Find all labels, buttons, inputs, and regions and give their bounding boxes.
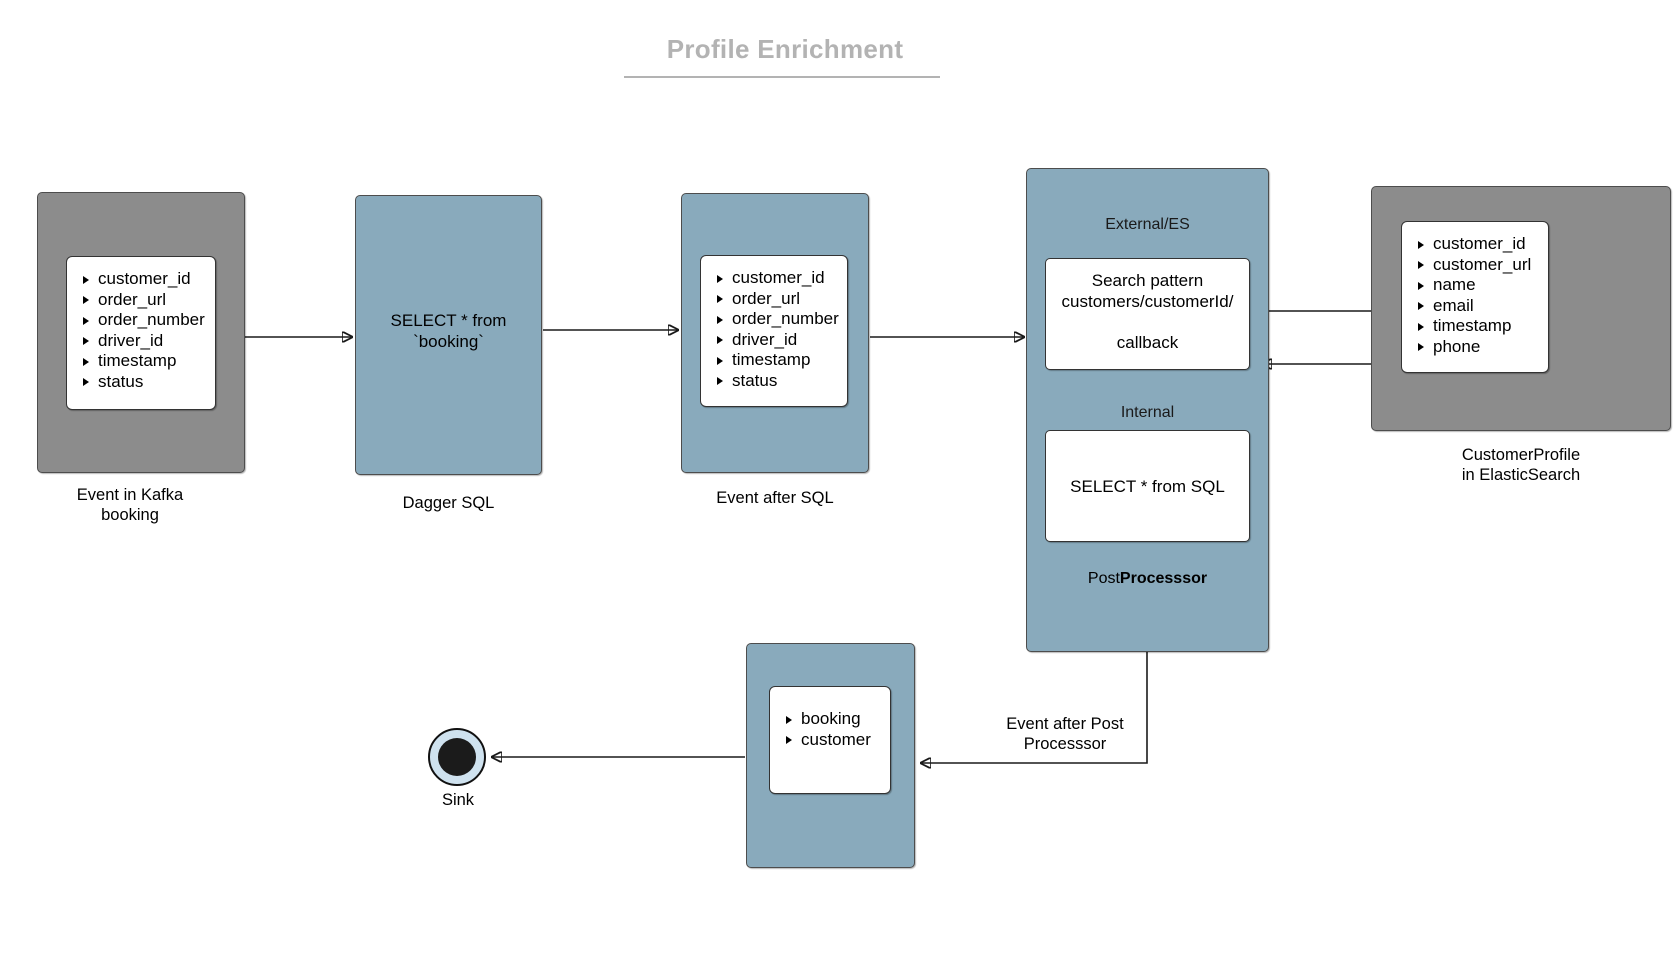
dagger-sql-text: SELECT * from `booking` <box>355 310 542 352</box>
diagram-canvas: Profile Enrichment customer_id order_url… <box>0 0 1680 970</box>
list-item: timestamp <box>1416 316 1538 337</box>
list-item: customer_id <box>1416 234 1538 255</box>
list-item: booking <box>784 709 880 730</box>
final-event-edge-label-line2: Processsor <box>1023 735 1107 753</box>
dagger-sql-caption: Dagger SQL <box>402 494 495 512</box>
post-processor-label-prefix: Post <box>1087 570 1120 587</box>
kafka-event-field-list: customer_id order_url order_number drive… <box>66 256 216 410</box>
search-pattern-spacer <box>1045 312 1250 332</box>
customer-profile-caption-line1: CustomerProfile <box>1461 446 1581 464</box>
sink-node[interactable] <box>428 728 486 786</box>
external-es-label: External/ES <box>1105 216 1190 233</box>
search-pattern-line1: Search pattern <box>1091 271 1204 290</box>
search-pattern-text: Search pattern customers/customerId/ cal… <box>1045 270 1250 353</box>
post-processor-label: PostProcesssor <box>1026 570 1269 588</box>
event-after-sql-field-list: customer_id order_url order_number drive… <box>700 255 848 407</box>
list-item: order_url <box>81 290 205 311</box>
list-item: order_number <box>81 310 205 331</box>
dagger-sql-text-line2: `booking` <box>413 332 484 351</box>
kafka-event-caption-line1: Event in Kafka <box>76 486 184 504</box>
customer-profile-field-list: customer_id customer_url name email time… <box>1401 221 1549 373</box>
sink-inner-circle <box>438 738 476 776</box>
event-after-sql-caption: Event after SQL <box>716 489 834 507</box>
list-item: driver_id <box>81 331 205 352</box>
list-item: name <box>1416 275 1538 296</box>
list-item: status <box>715 371 837 392</box>
list-item: order_number <box>715 309 839 330</box>
page-title: Profile Enrichment <box>666 34 904 64</box>
list-item: customer <box>784 730 880 751</box>
customer-profile-caption-line2: in ElasticSearch <box>1461 466 1581 484</box>
internal-label: Internal <box>1120 404 1175 421</box>
title-underline <box>624 76 940 78</box>
internal-sql-text: SELECT * from SQL <box>1070 477 1225 496</box>
list-item: order_url <box>715 289 837 310</box>
list-item: customer_id <box>81 269 205 290</box>
list-item: status <box>81 372 205 393</box>
final-event-field-list: booking customer <box>769 686 891 794</box>
list-item: timestamp <box>81 351 205 372</box>
search-pattern-line3: callback <box>1116 333 1179 352</box>
list-item: customer_url <box>1416 255 1538 276</box>
kafka-event-caption-line2: booking <box>101 506 159 524</box>
final-event-edge-label: Event after Post Processsor <box>960 714 1170 754</box>
search-pattern-line2: customers/customerId/ <box>1061 292 1234 311</box>
list-item: email <box>1416 296 1538 317</box>
sink-caption: Sink <box>441 791 475 809</box>
list-item: driver_id <box>715 330 837 351</box>
kafka-event-caption: Event in Kafka booking <box>30 485 230 525</box>
list-item: phone <box>1416 337 1538 358</box>
customer-profile-caption: CustomerProfile in ElasticSearch <box>1371 445 1671 485</box>
final-event-edge-label-line1: Event after Post <box>1006 715 1124 733</box>
post-processor-label-suffix: Processsor <box>1119 570 1208 587</box>
list-item: timestamp <box>715 350 837 371</box>
dagger-sql-text-line1: SELECT * from <box>390 311 507 330</box>
list-item: customer_id <box>715 268 837 289</box>
